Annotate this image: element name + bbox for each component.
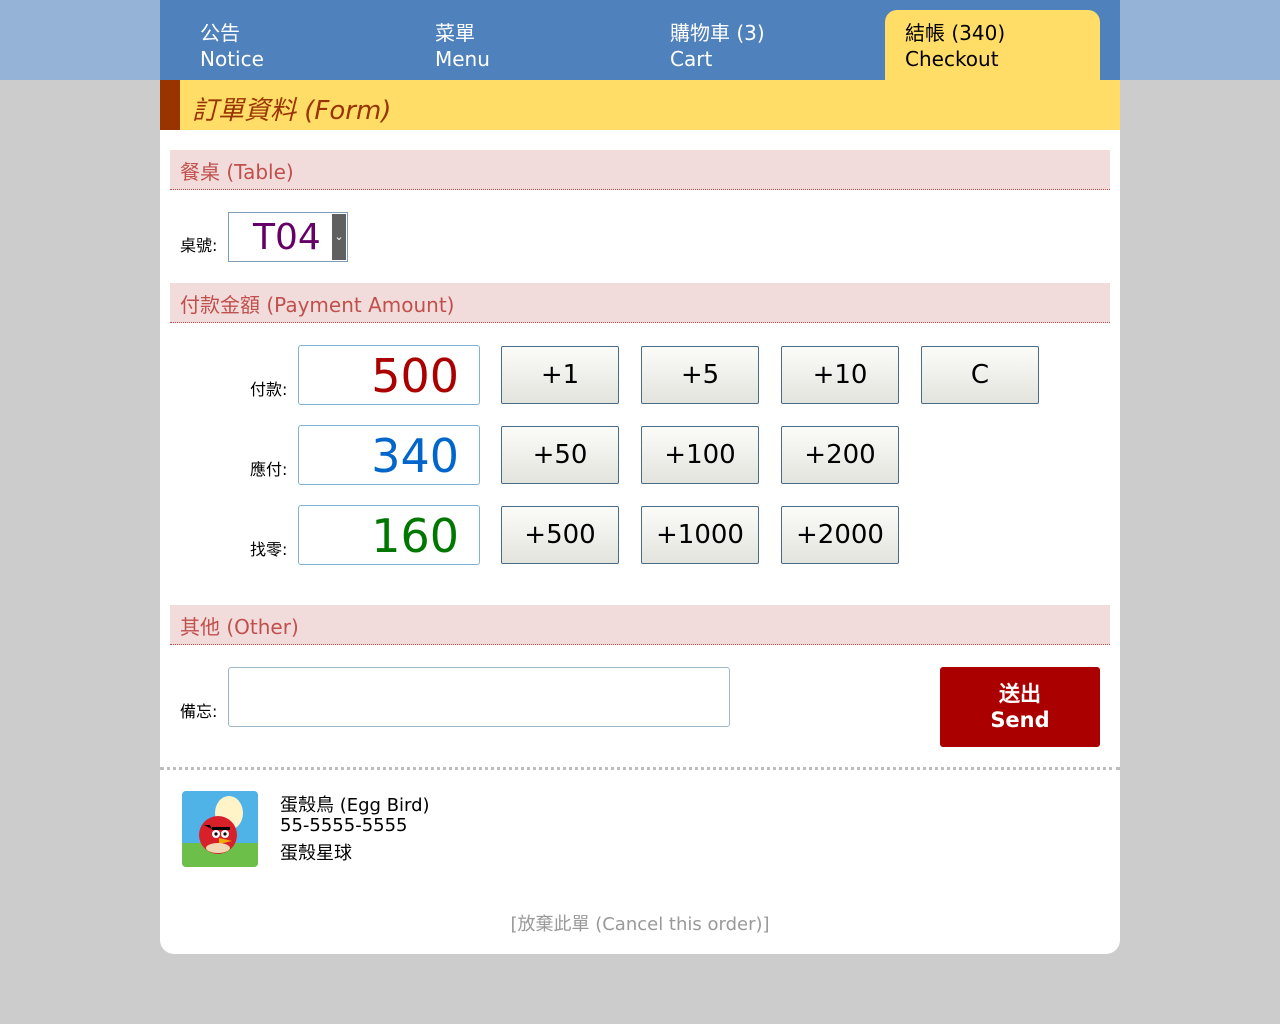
shop-logo	[182, 791, 258, 867]
memo-label: 備忘:	[180, 702, 218, 721]
change-label: 找零:	[250, 540, 288, 559]
clear-button[interactable]: C	[921, 346, 1039, 404]
tab-menu-en: Menu	[435, 47, 490, 71]
dotted-divider	[160, 767, 1120, 770]
chevron-down-icon[interactable]: ⌄	[332, 214, 346, 260]
add-1000-button[interactable]: +1000	[641, 506, 759, 564]
memo-input[interactable]	[228, 667, 730, 727]
add-10-button[interactable]: +10	[781, 346, 899, 404]
send-button-label-en: Send	[990, 708, 1050, 732]
tab-notice-zh: 公告	[200, 21, 240, 45]
page-title: 訂單資料 (Form)	[192, 96, 392, 126]
egg-bird-logo-icon	[182, 791, 258, 867]
section-heading-table: 餐桌 (Table)	[170, 150, 1110, 190]
due-amount-field: 340	[298, 425, 480, 485]
change-amount-field: 160	[298, 505, 480, 565]
tab-menu-zh: 菜單	[435, 21, 475, 45]
shop-phone: 55-5555-5555	[280, 815, 408, 836]
paid-amount-field[interactable]: 500	[298, 345, 480, 405]
paid-label: 付款:	[250, 380, 288, 399]
tab-notice-en: Notice	[200, 47, 264, 71]
shop-name: 蛋殼鳥 (Egg Bird)	[280, 795, 430, 816]
page-title-bar: 訂單資料 (Form)	[160, 80, 1120, 130]
send-button-label-zh: 送出	[999, 682, 1041, 706]
send-button[interactable]: 送出 Send	[940, 667, 1100, 747]
tab-checkout-en: Checkout	[905, 47, 999, 71]
tab-menu[interactable]: 菜單 Menu	[415, 10, 630, 80]
title-accent-bar	[160, 80, 180, 130]
order-form-panel: 訂單資料 (Form) 餐桌 (Table) 桌號: T04 ⌄ 付款金額 (P…	[160, 80, 1120, 954]
add-50-button[interactable]: +50	[501, 426, 619, 484]
add-200-button[interactable]: +200	[781, 426, 899, 484]
cancel-order-link[interactable]: [放棄此單 (Cancel this order)]	[160, 910, 1120, 936]
add-500-button[interactable]: +500	[501, 506, 619, 564]
tab-cart-en: Cart	[670, 47, 713, 71]
section-heading-other: 其他 (Other)	[170, 605, 1110, 645]
tab-notice[interactable]: 公告 Notice	[180, 10, 395, 80]
tab-cart-zh: 購物車 (3)	[670, 21, 765, 45]
tab-checkout-zh: 結帳 (340)	[905, 21, 1006, 45]
add-1-button[interactable]: +1	[501, 346, 619, 404]
shop-address: 蛋殼星球	[280, 843, 352, 864]
tab-cart[interactable]: 購物車 (3) Cart	[650, 10, 865, 80]
due-label: 應付:	[250, 460, 288, 479]
add-2000-button[interactable]: +2000	[781, 506, 899, 564]
top-navigation: 公告 Notice 菜單 Menu 購物車 (3) Cart 結帳 (340) …	[160, 0, 1120, 80]
add-5-button[interactable]: +5	[641, 346, 759, 404]
section-heading-payment: 付款金額 (Payment Amount)	[170, 283, 1110, 323]
tab-checkout[interactable]: 結帳 (340) Checkout	[885, 10, 1100, 80]
table-number-select[interactable]: T04 ⌄	[228, 212, 348, 262]
table-number-label: 桌號:	[180, 236, 218, 255]
add-100-button[interactable]: +100	[641, 426, 759, 484]
table-number-value: T04	[253, 217, 321, 258]
